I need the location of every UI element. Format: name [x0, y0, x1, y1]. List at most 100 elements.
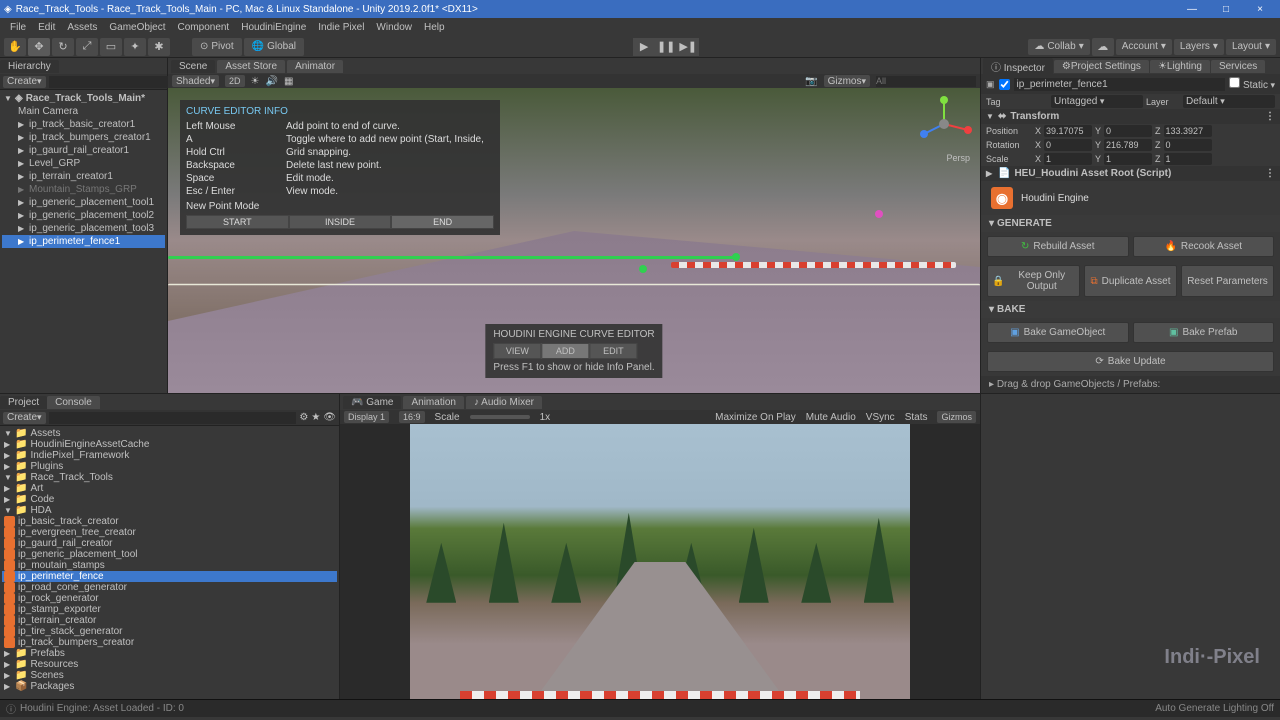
bake-update-button[interactable]: ⟳Bake Update — [987, 351, 1274, 372]
project-folder[interactable]: ▶📁HoudiniEngineAssetCache — [2, 439, 337, 450]
hda-asset[interactable]: ip_evergreen_tree_creator — [2, 527, 337, 538]
scene-root[interactable]: ▼◈Race_Track_Tools_Main* — [2, 92, 165, 105]
tool-rect[interactable]: ▭ — [100, 38, 122, 56]
step-button[interactable]: ▶❚ — [677, 38, 699, 56]
scl-x[interactable]: 1 — [1044, 153, 1092, 165]
tool-move[interactable]: ✥ — [28, 38, 50, 56]
hierarchy-item[interactable]: ▶ip_generic_placement_tool2 — [2, 209, 165, 222]
scene-light-icon[interactable]: ☀ — [251, 76, 260, 87]
layout-dropdown[interactable]: Layout▾ — [1226, 39, 1276, 55]
vsync-toggle[interactable]: VSync — [866, 412, 895, 423]
scene-fx-icon[interactable]: ▦ — [284, 76, 293, 87]
project-folder[interactable]: ▶📁Resources — [2, 659, 337, 670]
hda-asset[interactable]: ip_generic_placement_tool — [2, 549, 337, 560]
layers-dropdown[interactable]: Layers▾ — [1174, 39, 1224, 55]
menu-file[interactable]: File — [4, 22, 32, 33]
rebuild-button[interactable]: ↻Rebuild Asset — [987, 236, 1129, 257]
minimize-button[interactable]: — — [1176, 1, 1208, 17]
project-folder[interactable]: ▶📁Code — [2, 494, 337, 505]
shaded-dropdown[interactable]: Shaded ▾ — [172, 75, 219, 87]
play-button[interactable]: ▶ — [633, 38, 655, 56]
layer-dropdown[interactable]: Default ▾ — [1183, 95, 1275, 108]
hierarchy-item[interactable]: Main Camera — [2, 105, 165, 118]
rot-z[interactable]: 0 — [1164, 139, 1212, 151]
mute-toggle[interactable]: Mute Audio — [806, 412, 856, 423]
close-button[interactable]: × — [1244, 1, 1276, 17]
bake-section[interactable]: ▾BAKE — [981, 301, 1280, 318]
hda-asset[interactable]: ip_moutain_stamps — [2, 560, 337, 571]
scene-search[interactable] — [876, 76, 976, 87]
project-folder[interactable]: ▼📁Race_Track_Tools — [2, 472, 337, 483]
bake-prefab-button[interactable]: ▣Bake Prefab — [1133, 322, 1275, 343]
tab-project-settings[interactable]: ⚙Project Settings — [1054, 60, 1149, 73]
hda-asset-selected[interactable]: ip_perimeter_fence — [2, 571, 337, 582]
hierarchy-item[interactable]: ▶Mountain_Stamps_GRP — [2, 183, 165, 196]
favorite-icon[interactable]: ★ — [311, 412, 320, 423]
rot-x[interactable]: 0 — [1044, 139, 1092, 151]
tab-audiomixer[interactable]: ♪ Audio Mixer — [466, 396, 542, 409]
scene-audio-icon[interactable]: 🔊 — [266, 76, 278, 87]
scene-camera-icon[interactable]: 📷 — [805, 76, 817, 87]
hierarchy-item[interactable]: ▶ip_generic_placement_tool3 — [2, 222, 165, 235]
maximize-toggle[interactable]: Maximize On Play — [715, 412, 796, 423]
hda-asset[interactable]: ip_basic_track_creator — [2, 516, 337, 527]
mode-end[interactable]: END — [391, 215, 494, 229]
menu-edit[interactable]: Edit — [32, 22, 61, 33]
keep-only-button[interactable]: 🔒Keep Only Output — [987, 265, 1080, 297]
tool-transform[interactable]: ✦ — [124, 38, 146, 56]
lighting-status[interactable]: Auto Generate Lighting Off — [1155, 703, 1274, 714]
hce-edit[interactable]: EDIT — [589, 343, 637, 359]
maximize-button[interactable]: □ — [1210, 1, 1242, 17]
hierarchy-tab[interactable]: Hierarchy — [0, 60, 59, 73]
hda-asset[interactable]: ip_track_bumpers_creator — [2, 637, 337, 648]
packages-root[interactable]: ▶📦Packages — [2, 681, 337, 692]
menu-component[interactable]: Component — [172, 22, 236, 33]
component-menu-icon[interactable]: ⋮ — [1265, 111, 1275, 122]
tab-lighting[interactable]: ☀Lighting — [1150, 60, 1210, 73]
project-create[interactable]: Create ▾ — [3, 412, 46, 424]
hda-asset[interactable]: ip_road_cone_generator — [2, 582, 337, 593]
handle-pivot[interactable]: ⊙Pivot — [192, 38, 242, 56]
menu-gameobject[interactable]: GameObject — [103, 22, 171, 33]
hierarchy-item[interactable]: ▶ip_track_bumpers_creator1 — [2, 131, 165, 144]
pause-button[interactable]: ❚❚ — [655, 38, 677, 56]
menu-houdiniengine[interactable]: HoudiniEngine — [235, 22, 312, 33]
transform-header[interactable]: ▼⬌Transform⋮ — [981, 109, 1280, 124]
hda-asset[interactable]: ip_rock_generator — [2, 593, 337, 604]
tool-custom[interactable]: ✱ — [148, 38, 170, 56]
duplicate-button[interactable]: ⧉Duplicate Asset — [1084, 265, 1177, 297]
object-name-field[interactable] — [1014, 78, 1226, 91]
hierarchy-create[interactable]: Create ▾ — [3, 76, 46, 88]
mode-inside[interactable]: INSIDE — [289, 215, 392, 229]
hda-asset[interactable]: ip_stamp_exporter — [2, 604, 337, 615]
scale-slider[interactable] — [470, 415, 530, 419]
tab-inspector[interactable]: ⓘ Inspector — [983, 58, 1053, 75]
hce-add[interactable]: ADD — [541, 343, 589, 359]
component-menu-icon[interactable]: ⋮ — [1265, 168, 1275, 179]
menu-indiepixel[interactable]: Indie Pixel — [312, 22, 370, 33]
tab-services[interactable]: Services — [1211, 60, 1265, 73]
project-folder[interactable]: ▶📁IndiePixel_Framework — [2, 450, 337, 461]
tab-console[interactable]: Console — [47, 396, 100, 409]
heu-component-header[interactable]: ▶📄HEU_Houdini Asset Root (Script)⋮ — [981, 166, 1280, 181]
pos-z[interactable]: 133.3927 — [1164, 125, 1212, 137]
hierarchy-item[interactable]: ▶ip_generic_placement_tool1 — [2, 196, 165, 209]
generate-section[interactable]: ▾GENERATE — [981, 215, 1280, 232]
reset-params-button[interactable]: Reset Parameters — [1181, 265, 1274, 297]
tool-hand[interactable]: ✋ — [4, 38, 26, 56]
menu-assets[interactable]: Assets — [61, 22, 103, 33]
hda-asset[interactable]: ip_tire_stack_generator — [2, 626, 337, 637]
project-folder[interactable]: ▼📁HDA — [2, 505, 337, 516]
persp-label[interactable]: Persp — [946, 153, 970, 163]
project-folder[interactable]: ▶📁Art — [2, 483, 337, 494]
static-toggle[interactable]: Static ▾ — [1229, 77, 1275, 91]
tab-animator[interactable]: Animator — [287, 60, 343, 73]
hierarchy-item[interactable]: ▶ip_gaurd_rail_creator1 — [2, 144, 165, 157]
scl-y[interactable]: 1 — [1104, 153, 1152, 165]
assets-root[interactable]: ▼📁Assets — [2, 428, 337, 439]
tab-animation[interactable]: Animation — [403, 396, 463, 409]
hierarchy-item-selected[interactable]: ▶ip_perimeter_fence1 — [2, 235, 165, 248]
rot-y[interactable]: 216.789 — [1104, 139, 1152, 151]
account-dropdown[interactable]: Account▾ — [1116, 39, 1172, 55]
tab-game[interactable]: 🎮 Game — [343, 396, 401, 409]
